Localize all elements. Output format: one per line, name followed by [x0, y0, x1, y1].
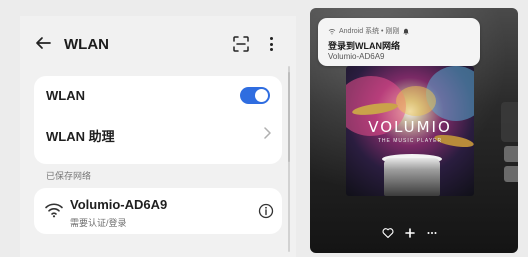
player-controls	[382, 226, 442, 240]
wlan-helper-row[interactable]: WLAN 助理	[34, 114, 282, 152]
wlan-toggle-label: WLAN	[46, 88, 85, 103]
notification-source: Android 系统 • 刚刚	[339, 28, 400, 35]
page-title: WLAN	[64, 36, 109, 53]
saved-networks-heading: 已保存网络	[46, 171, 92, 181]
notification-title: 登录到WLAN网络	[328, 41, 400, 51]
app-bar: WLAN	[20, 30, 296, 62]
saved-network-item[interactable]: Volumio-AD6A9 需要认证/登录	[34, 188, 282, 234]
album-tagline: THE MUSIC PLAYER	[377, 138, 443, 144]
chevron-right-icon	[262, 126, 272, 145]
wlan-helper-label: WLAN 助理	[46, 129, 115, 144]
notification-subtitle: Volumio-AD6A9	[328, 52, 385, 61]
network-status: 需要认证/登录	[70, 218, 127, 228]
wifi-icon	[44, 202, 64, 223]
login-notification[interactable]: Android 系统 • 刚刚 登录到WLAN网络 Volumio-AD6A9	[318, 18, 480, 66]
wlan-settings-screen: WLAN WLAN WLAN 助理 已保存网络 Volumio-AD6A9 需要…	[20, 16, 296, 257]
wlan-switch[interactable]	[240, 87, 270, 104]
drum-graphic	[384, 158, 440, 196]
info-icon[interactable]	[258, 203, 274, 224]
wlan-card: WLAN WLAN 助理	[34, 76, 282, 164]
more-vert-icon[interactable]	[268, 34, 274, 54]
wifi-small-icon	[328, 28, 336, 34]
heart-icon[interactable]	[382, 226, 394, 244]
back-arrow-icon[interactable]	[34, 34, 52, 57]
network-name: Volumio-AD6A9	[70, 197, 168, 212]
paint-splash	[396, 86, 436, 116]
side-panel-handle[interactable]	[501, 102, 518, 142]
album-brand: VOLUMIO	[368, 118, 452, 136]
switch-knob	[255, 89, 268, 102]
player-screen: Android 系统 • 刚刚 登录到WLAN网络 Volumio-AD6A9 …	[310, 8, 518, 253]
side-button[interactable]	[504, 166, 518, 182]
bell-icon	[403, 28, 410, 35]
notification-header: Android 系统 • 刚刚	[328, 26, 410, 36]
add-icon[interactable]	[404, 226, 416, 244]
album-art: VOLUMIO THE MUSIC PLAYER	[346, 66, 474, 196]
scrollbar-thumb[interactable]	[288, 72, 290, 162]
wlan-toggle-row[interactable]: WLAN	[34, 76, 282, 114]
side-button[interactable]	[504, 146, 518, 162]
more-horiz-icon[interactable]	[426, 226, 438, 244]
scan-icon[interactable]	[232, 35, 250, 58]
